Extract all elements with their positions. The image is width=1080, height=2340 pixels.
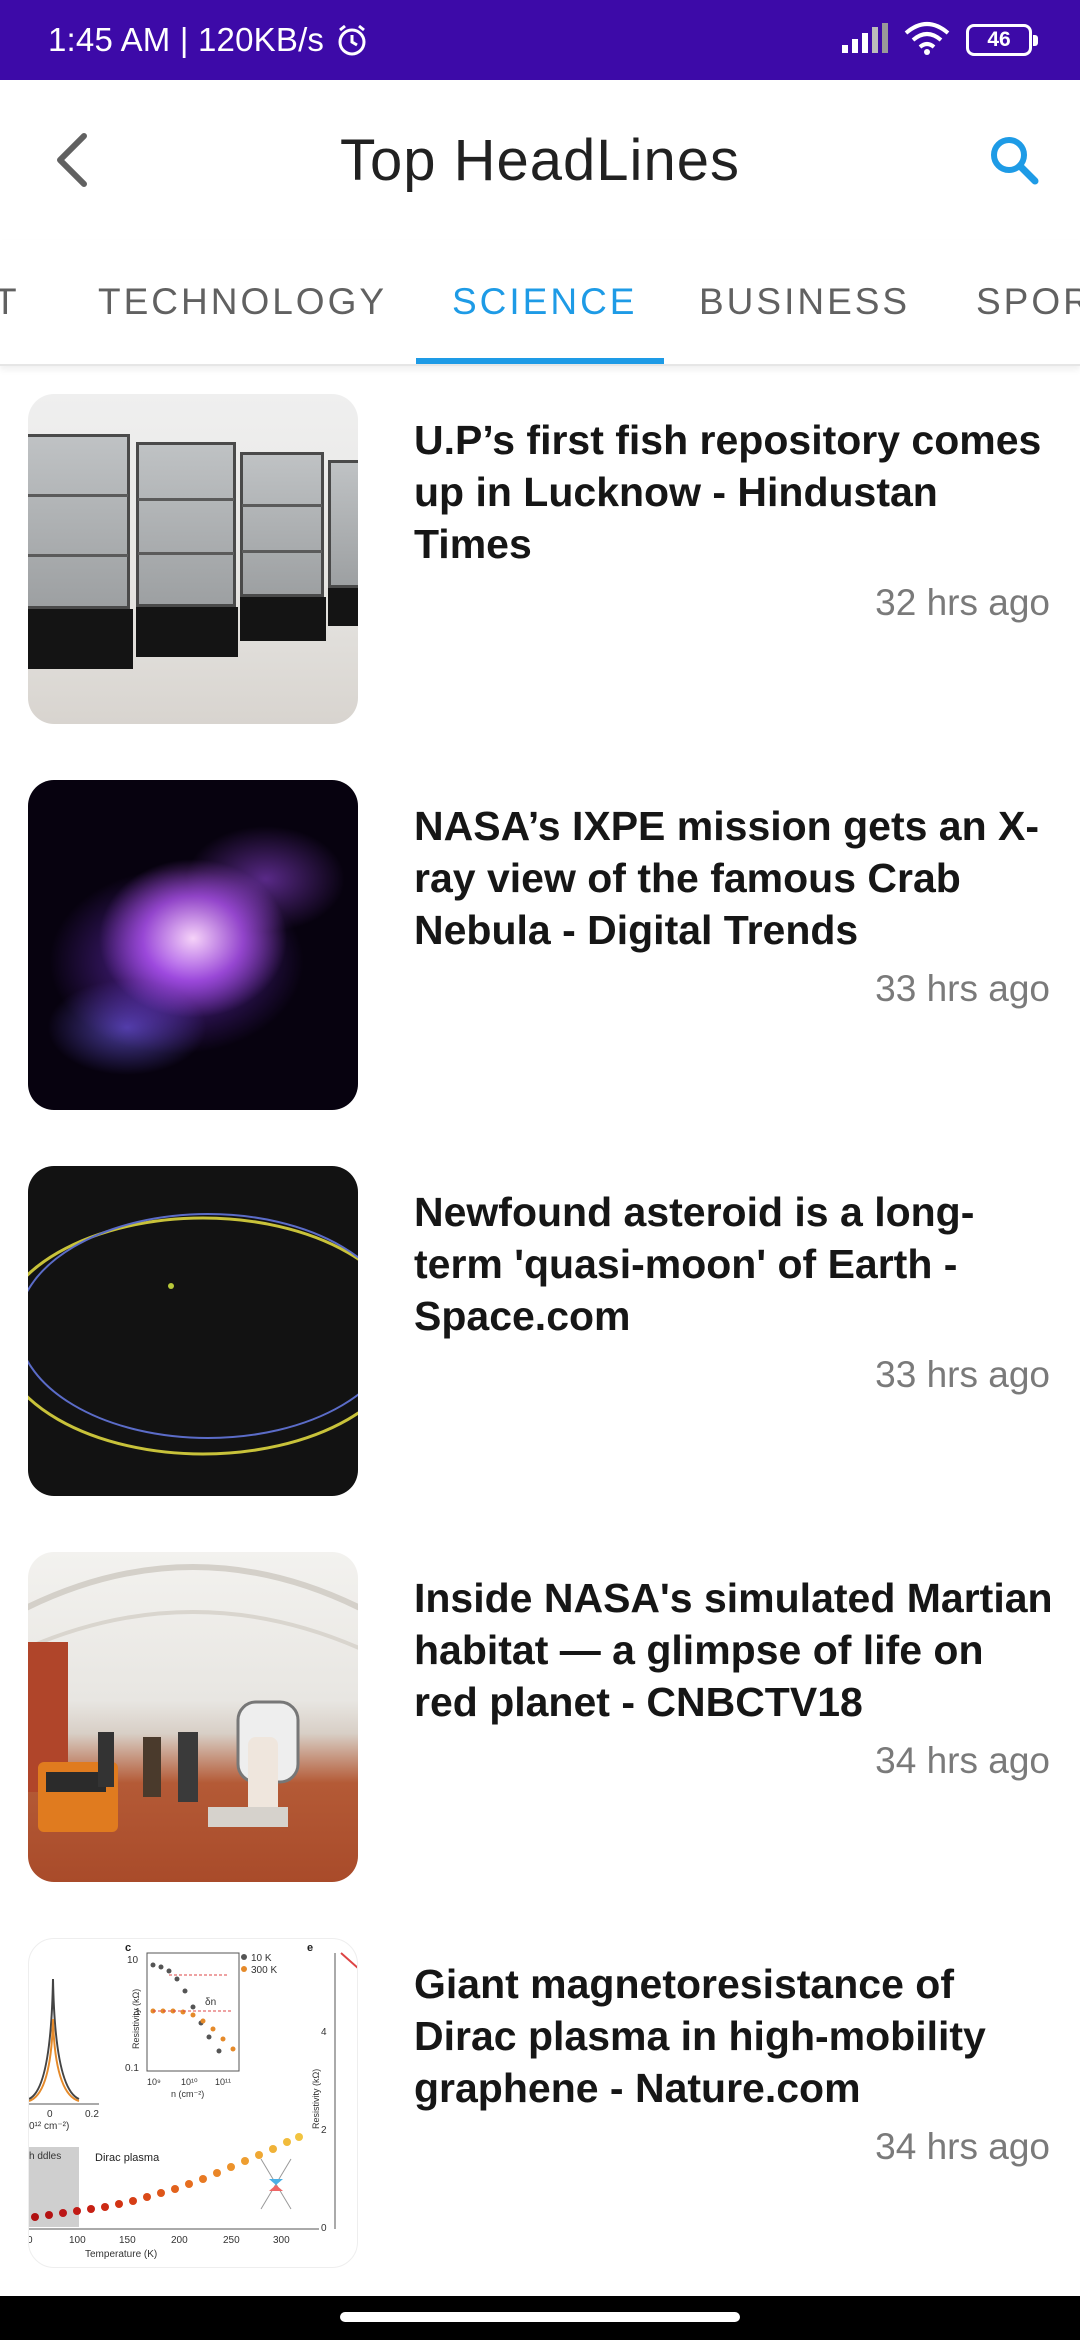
news-thumbnail xyxy=(28,780,358,1110)
news-time: 34 hrs ago xyxy=(875,2126,1050,2167)
graph-tick: 150 xyxy=(119,2235,136,2246)
status-time-speed: 1:45 AM | 120KB/s xyxy=(48,21,325,58)
news-headline: U.P’s first fish repository comes up in … xyxy=(414,417,1042,567)
search-icon xyxy=(991,137,1039,185)
page-title: Top HeadLines xyxy=(340,127,740,193)
graph-tick: 10¹¹ xyxy=(215,2077,231,2087)
graph-tick: 200 xyxy=(171,2235,188,2246)
wifi-icon xyxy=(904,21,950,60)
alarm-icon xyxy=(334,22,370,58)
back-arrow-icon xyxy=(57,133,87,187)
news-thumbnail xyxy=(28,1552,358,1882)
news-time: 33 hrs ago xyxy=(875,1354,1050,1395)
news-time: 34 hrs ago xyxy=(875,1740,1050,1781)
tab-business[interactable]: BUSINESS xyxy=(699,240,910,364)
graph-panel-label: c xyxy=(125,1942,131,1954)
news-headline: Newfound asteroid is a long-term 'quasi-… xyxy=(414,1189,975,1339)
home-gesture-bar[interactable] xyxy=(340,2312,740,2322)
graph-label: Dirac plasma xyxy=(95,2152,160,2164)
news-item[interactable]: 0 0.2 0¹² cm⁻²) c 10 1 0.1 Resistivity (… xyxy=(0,1910,1080,2296)
graph-tick: 0¹² cm⁻²) xyxy=(29,2121,69,2132)
graph-label: h ddles xyxy=(29,2151,61,2162)
graph-tick: 10¹⁰ xyxy=(181,2077,198,2087)
status-bar: 1:45 AM | 120KB/s 46 xyxy=(0,0,1080,80)
news-item[interactable]: Newfound asteroid is a long-term 'quasi-… xyxy=(0,1138,1080,1524)
battery-icon: 46 xyxy=(966,24,1038,56)
news-thumbnail: 0 0.2 0¹² cm⁻²) c 10 1 0.1 Resistivity (… xyxy=(28,1938,358,2268)
graph-tick: 0.1 xyxy=(125,2063,139,2074)
signal-icon xyxy=(842,22,888,58)
graph-tick: 0 xyxy=(47,2109,53,2120)
news-time: 32 hrs ago xyxy=(875,582,1050,623)
tab-science[interactable]: SCIENCE xyxy=(452,240,637,364)
graph-xlabel: n (cm⁻²) xyxy=(171,2089,204,2099)
tab-partial-left[interactable]: T xyxy=(0,240,20,364)
graph-tick: 10 xyxy=(127,1955,139,1966)
news-headline: NASA’s IXPE mission gets an X-ray view o… xyxy=(414,803,1040,953)
graph-tick: 0.2 xyxy=(85,2109,99,2120)
category-tabs: T TECHNOLOGY SCIENCE BUSINESS SPOR xyxy=(0,240,1080,366)
battery-level: 46 xyxy=(987,28,1011,51)
news-headline: Inside NASA's simulated Martian habitat … xyxy=(414,1575,1053,1725)
status-left: 1:45 AM | 120KB/s xyxy=(48,21,370,59)
graph-tick: 10⁹ xyxy=(147,2077,161,2087)
graph-panel-label: e xyxy=(307,1942,313,1954)
graph-ylabel: Resistivity (kΩ) xyxy=(311,2069,321,2129)
news-item[interactable]: NASA’s IXPE mission gets an X-ray view o… xyxy=(0,752,1080,1138)
back-button[interactable] xyxy=(36,124,108,196)
status-right: 46 xyxy=(842,21,1038,60)
news-item[interactable]: U.P’s first fish repository comes up in … xyxy=(0,366,1080,752)
toolbar: Top HeadLines xyxy=(0,80,1080,240)
graph-xlabel: Temperature (K) xyxy=(85,2249,157,2260)
graph-ylabel: Resistivity (kΩ) xyxy=(131,1989,141,2049)
graph-legend: 300 K xyxy=(251,1965,277,1976)
news-thumbnail xyxy=(28,1166,358,1496)
graph-tick: 0 xyxy=(321,2223,327,2234)
graph-tick: 100 xyxy=(69,2235,86,2246)
graph-tick: 4 xyxy=(321,2027,327,2038)
active-tab-indicator xyxy=(416,358,664,364)
tab-sports-partial[interactable]: SPOR xyxy=(976,240,1080,364)
graph-tick: 0 xyxy=(29,2235,33,2246)
news-item[interactable]: Inside NASA's simulated Martian habitat … xyxy=(0,1524,1080,1910)
tab-technology[interactable]: TECHNOLOGY xyxy=(98,240,387,364)
graph-tick: 250 xyxy=(223,2235,240,2246)
news-thumbnail xyxy=(28,394,358,724)
news-time: 33 hrs ago xyxy=(875,968,1050,1009)
news-headline: Giant magnetoresistance of Dirac plasma … xyxy=(414,1961,986,2111)
graph-tick: 300 xyxy=(273,2235,290,2246)
search-button[interactable] xyxy=(978,124,1050,196)
graph-legend: 10 K xyxy=(251,1953,272,1964)
graph-annotation: δn xyxy=(205,1997,216,2008)
graph-tick: 2 xyxy=(321,2125,327,2136)
